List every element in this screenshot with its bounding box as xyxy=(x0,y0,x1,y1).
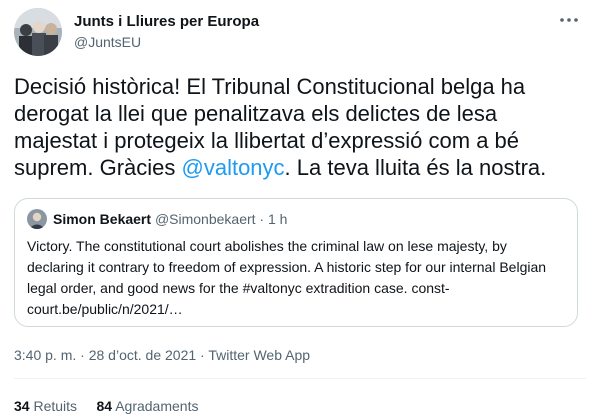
avatar-photo xyxy=(14,8,62,56)
likes-stat[interactable]: 84 Agradaments xyxy=(97,398,199,414)
tweet-source[interactable]: Twitter Web App xyxy=(208,347,310,363)
likes-label: Agradaments xyxy=(115,398,199,414)
quoted-author-avatar xyxy=(27,209,47,229)
more-options-button[interactable] xyxy=(556,10,582,30)
tweet-stats: 34 Retuits 84 Agradaments xyxy=(14,397,198,415)
quoted-tweet-text: Victory. The constitutional court abolis… xyxy=(27,238,547,317)
quoted-author-handle: @Simonbekaert xyxy=(154,211,256,227)
quoted-tweet-header: Simon Bekaert @Simonbekaert · 1 h xyxy=(53,210,287,228)
mention-link[interactable]: @valtonyc xyxy=(182,155,285,180)
quoted-separator: · xyxy=(259,211,265,227)
quoted-author-name: Simon Bekaert xyxy=(53,211,152,227)
more-horizontal-icon xyxy=(560,18,578,22)
meta-separator: · xyxy=(80,347,85,363)
quoted-time: 1 h xyxy=(267,211,288,227)
tweet-time[interactable]: 3:40 p. m. xyxy=(14,347,76,363)
quoted-tweet-card[interactable]: Simon Bekaert @Simonbekaert · 1 h Victor… xyxy=(14,198,578,327)
meta-separator-2: · xyxy=(200,347,205,363)
tweet: Junts i Lliures per Europa @JuntsEU Deci… xyxy=(0,0,594,420)
quoted-avatar-photo xyxy=(27,209,47,229)
divider xyxy=(14,378,586,379)
author-handle[interactable]: @JuntsEU xyxy=(74,33,141,51)
tweet-text: Decisió històrica! El Tribunal Constituc… xyxy=(14,73,586,181)
author-name[interactable]: Junts i Lliures per Europa xyxy=(74,12,259,32)
tweet-text-end: . La teva lluita és la nostra. xyxy=(284,155,547,180)
tweet-date[interactable]: 28 d’oct. de 2021 xyxy=(89,347,196,363)
retweets-count: 34 xyxy=(14,398,30,414)
retweets-stat[interactable]: 34 Retuits xyxy=(14,398,77,414)
author-avatar[interactable] xyxy=(14,8,62,56)
tweet-meta: 3:40 p. m. · 28 d’oct. de 2021 · Twitter… xyxy=(14,346,310,364)
retweets-label: Retuits xyxy=(33,398,78,414)
likes-count: 84 xyxy=(96,398,113,414)
